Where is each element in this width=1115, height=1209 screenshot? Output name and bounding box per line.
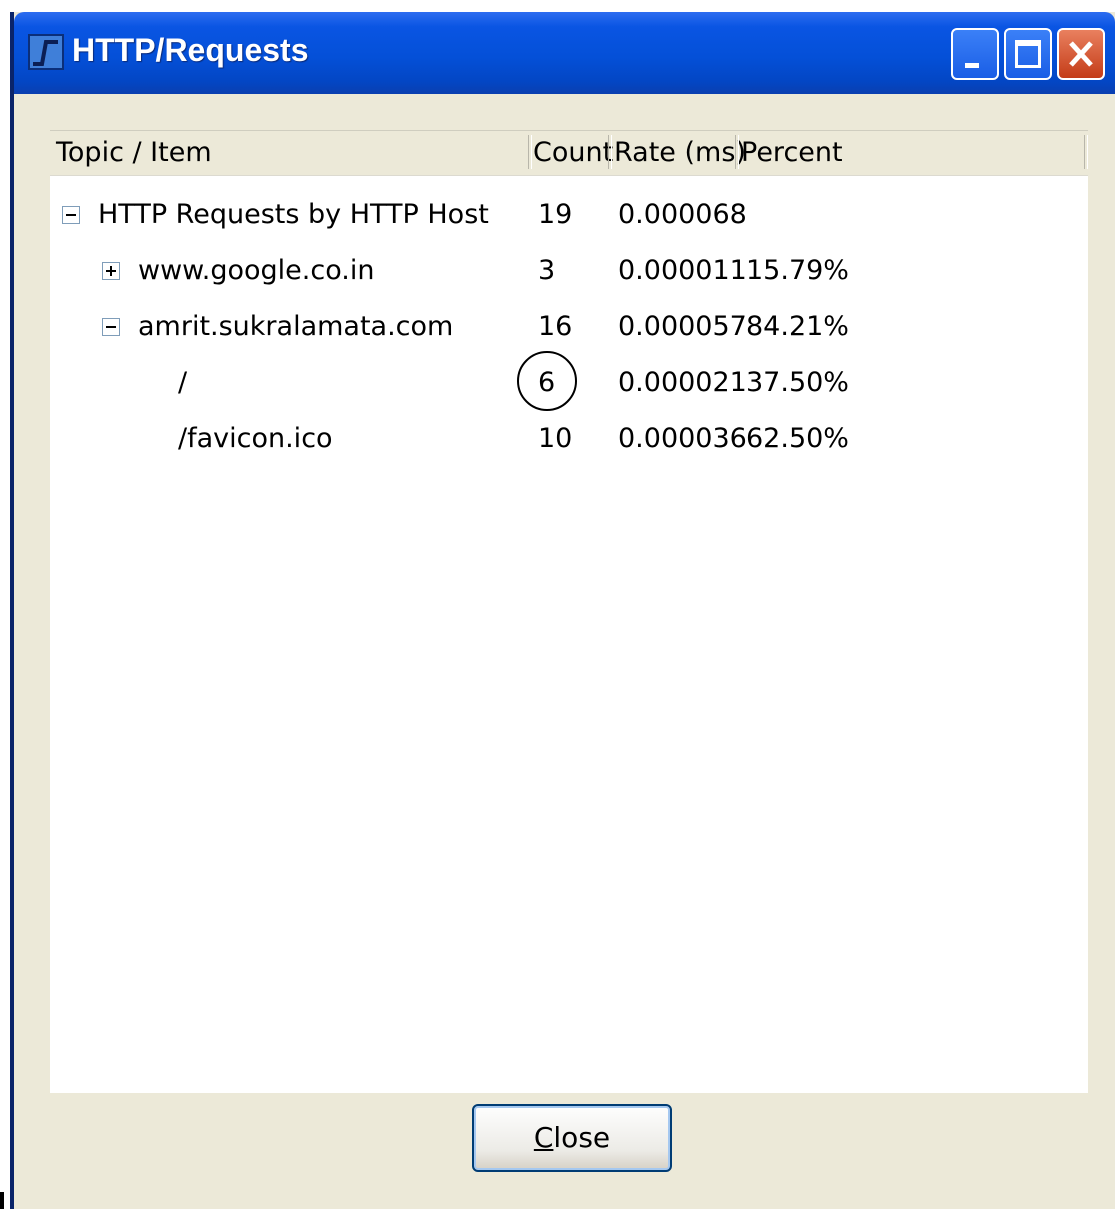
close-icon (1069, 41, 1093, 67)
highlight-circle (517, 351, 577, 411)
topic-label: /favicon.ico (178, 423, 333, 454)
tree-row-sukralamata[interactable]: amrit.sukralamata.com 16 0.000057 84.21% (50, 299, 1088, 355)
rate-value: 0.000036 (618, 423, 747, 454)
percent-value: 84.21% (746, 311, 849, 342)
topic-label: amrit.sukralamata.com (138, 311, 454, 342)
count-value: 16 (538, 311, 573, 342)
close-window-button[interactable] (1057, 28, 1105, 80)
maximize-button[interactable] (1004, 28, 1052, 80)
column-header-percent[interactable]: Percent (741, 131, 843, 175)
percent-value: 62.50% (746, 423, 849, 454)
minimize-button[interactable] (951, 28, 999, 80)
close-mnemonic: C (533, 1121, 554, 1154)
maximize-icon (1015, 40, 1041, 68)
count-value: 10 (538, 423, 573, 454)
rate-value: 0.000068 (618, 199, 747, 230)
count-value: 19 (538, 199, 573, 230)
topic-label: / (178, 367, 188, 398)
column-header-topic[interactable]: Topic / Item (56, 131, 212, 175)
column-header-rate[interactable]: Rate (ms) (614, 131, 746, 175)
column-divider[interactable] (735, 135, 739, 169)
column-header-row: Topic / Item Count Rate (ms) Percent (50, 131, 1088, 176)
close-label: lose (553, 1121, 611, 1154)
minimize-icon (965, 63, 979, 68)
count-value: 6 (517, 351, 577, 411)
count-value: 3 (538, 255, 556, 286)
title-bar[interactable]: HTTP/Requests (14, 12, 1115, 94)
window-edge (0, 1192, 4, 1209)
topic-label: www.google.co.in (138, 255, 375, 286)
window-title: HTTP/Requests (72, 32, 309, 68)
rate-value: 0.000011 (618, 255, 747, 286)
column-divider[interactable] (1084, 135, 1088, 169)
column-divider[interactable] (608, 135, 612, 169)
tree-row-google[interactable]: www.google.co.in 3 0.000011 15.79% (50, 243, 1088, 299)
column-divider[interactable] (528, 135, 532, 169)
topic-label: HTTP Requests by HTTP Host (98, 199, 489, 230)
rate-value: 0.000021 (618, 367, 747, 398)
tree-row-favicon[interactable]: /favicon.ico 10 0.000036 62.50% (50, 411, 1088, 467)
http-requests-window: HTTP/Requests Topic / Item Count Rate (m… (10, 12, 1115, 1209)
rate-value: 0.000057 (618, 311, 747, 342)
tree-row-root-path[interactable]: / 6 0.000021 37.50% (50, 351, 1088, 411)
percent-value: 15.79% (746, 255, 849, 286)
collapse-icon[interactable] (102, 318, 120, 336)
expand-icon[interactable] (102, 262, 120, 280)
close-button[interactable]: Close (472, 1104, 672, 1172)
collapse-icon[interactable] (62, 206, 80, 224)
percent-value: 37.50% (746, 367, 849, 398)
tree-row-http-requests-by-host[interactable]: HTTP Requests by HTTP Host 19 0.000068 (50, 187, 1088, 243)
column-header-count[interactable]: Count (533, 131, 613, 175)
stats-tree-view[interactable]: Topic / Item Count Rate (ms) Percent HTT… (50, 130, 1088, 1093)
app-graph-icon (28, 34, 64, 70)
